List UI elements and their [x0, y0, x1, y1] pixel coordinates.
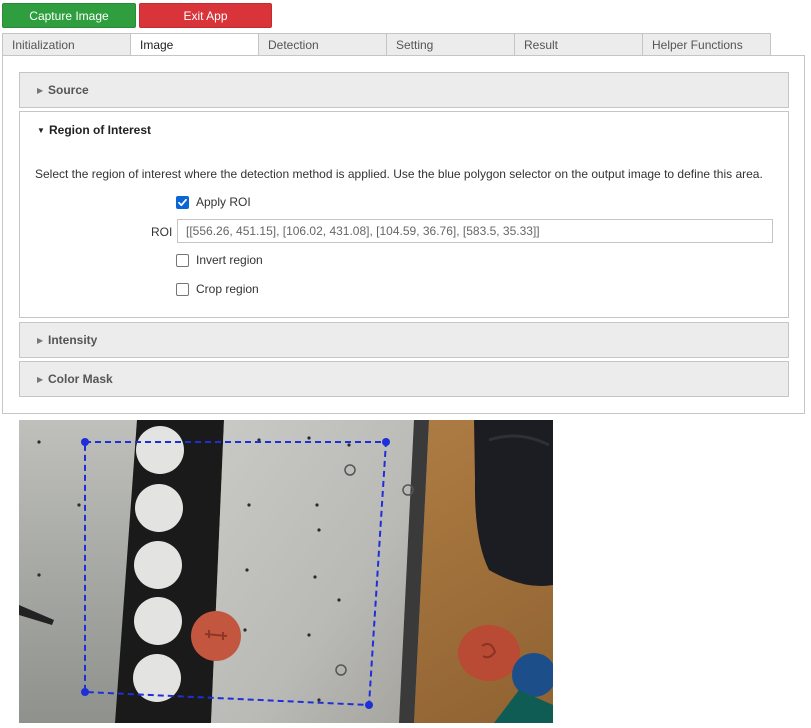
capture-image-button[interactable]: Capture Image [2, 3, 136, 28]
tab-detection[interactable]: Detection [258, 33, 387, 56]
roi-section: ▼ Region of Interest Select the region o… [19, 111, 789, 318]
tab-bar: Initialization Image Detection Setting R… [2, 33, 771, 57]
invert-region-checkbox[interactable] [176, 253, 189, 267]
roi-coordinates-input[interactable]: [[556.26, 451.15], [106.02, 431.08], [10… [177, 219, 773, 243]
roi-description: Select the region of interest where the … [35, 167, 763, 181]
camera-frame [19, 420, 553, 723]
crop-region-label: Crop region [196, 282, 259, 296]
tab-setting[interactable]: Setting [386, 33, 515, 56]
caret-right-icon: ▶ [37, 375, 44, 384]
source-section-title: Source [48, 83, 89, 97]
roi-section-title: Region of Interest [49, 123, 152, 137]
color-mask-section-header[interactable]: ▶ Color Mask [19, 361, 789, 397]
source-section-header[interactable]: ▶ Source [19, 72, 789, 108]
color-mask-section-title: Color Mask [48, 372, 113, 386]
exit-app-button[interactable]: Exit App [139, 3, 272, 28]
main-metal-plate [211, 420, 429, 723]
caret-right-icon: ▶ [37, 86, 44, 95]
apply-roi-row[interactable]: Apply ROI [176, 195, 251, 209]
red-token-2 [458, 625, 520, 681]
invert-region-row[interactable]: Invert region [176, 253, 263, 267]
crop-region-row[interactable]: Crop region [176, 282, 259, 296]
apply-roi-label: Apply ROI [196, 195, 251, 209]
intensity-section-title: Intensity [48, 333, 98, 347]
crop-region-checkbox[interactable] [176, 282, 189, 296]
caret-right-icon: ▶ [37, 336, 44, 345]
checkmark-icon [178, 198, 187, 206]
caret-down-icon: ▼ [37, 126, 45, 135]
output-image[interactable] [19, 420, 553, 723]
invert-region-label: Invert region [196, 253, 263, 267]
tab-initialization[interactable]: Initialization [2, 33, 131, 56]
intensity-section-header[interactable]: ▶ Intensity [19, 322, 789, 358]
image-tab-panel: ▶ Source ▼ Region of Interest Select the… [2, 55, 805, 414]
apply-roi-checkbox[interactable] [176, 195, 189, 209]
tab-helper-functions[interactable]: Helper Functions [642, 33, 771, 56]
dark-case [474, 420, 553, 586]
tab-result[interactable]: Result [514, 33, 643, 56]
tab-image[interactable]: Image [130, 33, 259, 57]
roi-section-header[interactable]: ▼ Region of Interest [20, 112, 788, 148]
roi-field-label: ROI [151, 225, 173, 239]
